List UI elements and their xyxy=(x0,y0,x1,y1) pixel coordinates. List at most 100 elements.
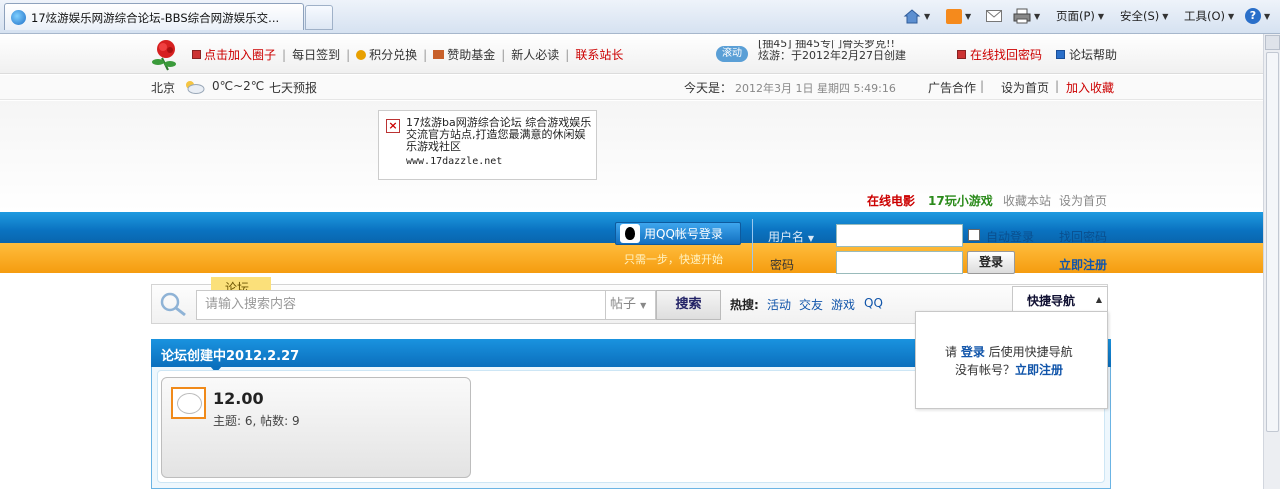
hot-search-label: 热搜: xyxy=(730,298,759,312)
page-menu-label: 页面(P) xyxy=(1056,9,1095,23)
quick-nav-login-link[interactable]: 登录 xyxy=(961,345,985,359)
quick-nav-prompt-prefix: 请 xyxy=(945,345,961,359)
mini-games-link[interactable]: 17玩小游戏 xyxy=(928,192,993,209)
qq-login-label: 用QQ帐号登录 xyxy=(644,227,723,241)
weather-temp: 0℃~2℃ xyxy=(212,79,265,93)
username-label[interactable]: 用户名 ▼ xyxy=(768,228,814,245)
search-type-label: 帖子 xyxy=(610,297,637,312)
divider: | xyxy=(423,47,428,62)
register-link[interactable]: 立即注册 xyxy=(1059,256,1107,273)
site-logo-placeholder[interactable]: × 17炫游ba网游综合论坛 综合游戏娱乐交流官方站点,打造您最满意的休闲娱乐游… xyxy=(378,110,597,180)
forum-help-label: 论坛帮助 xyxy=(1069,48,1118,62)
forum-board-card[interactable] xyxy=(161,377,471,478)
page-menu[interactable]: 页面(P) ▼ xyxy=(1056,7,1104,25)
speech-bubble-icon xyxy=(171,387,206,419)
divider xyxy=(752,219,753,271)
ticker-line[interactable]: 炫游：于2012年2月27日创建 xyxy=(758,50,940,62)
password-input[interactable] xyxy=(836,251,963,274)
newbie-guide-link[interactable]: 新人必读 xyxy=(511,46,559,63)
qq-login-hint: 只需一步，快速开始 xyxy=(624,253,723,266)
safety-menu-label: 安全(S) xyxy=(1120,9,1160,23)
quick-nav-login-prompt: 请 登录 后使用快捷导航 xyxy=(945,343,1073,360)
rss-icon xyxy=(946,8,962,24)
sponsor-fund-link[interactable]: 赞助基金 xyxy=(433,46,495,63)
help-square-icon xyxy=(1056,50,1066,59)
coin-icon xyxy=(356,49,367,60)
hot-term-link[interactable]: 活动 xyxy=(767,296,791,313)
current-datetime: 2012年3月 1日 星期四 5:49:16 xyxy=(735,82,896,95)
quick-nav-register-link[interactable]: 立即注册 xyxy=(1015,363,1063,377)
seven-day-forecast-link[interactable]: 七天预报 xyxy=(269,79,317,96)
mail-icon xyxy=(986,10,1002,22)
scroll-up-button[interactable] xyxy=(1265,35,1280,50)
join-circle-link[interactable]: 点击加入圈子 xyxy=(192,46,276,63)
divider: | xyxy=(980,79,985,93)
contact-admin-link[interactable]: 联系站长 xyxy=(575,46,623,63)
find-password-label: 在线找回密码 xyxy=(970,48,1043,62)
login-button[interactable]: 登录 xyxy=(967,251,1015,274)
ticker-badge: 滚动 xyxy=(716,46,748,62)
forum-help-link[interactable]: 论坛帮助 xyxy=(1056,46,1117,63)
scroll-thumb[interactable] xyxy=(1266,52,1279,432)
square-icon xyxy=(192,50,201,59)
forum-section-title[interactable]: 论坛创建中2012.2.27 xyxy=(161,345,299,364)
hot-term-link[interactable]: 交友 xyxy=(799,296,823,313)
points-exchange-label: 积分兑换 xyxy=(369,48,418,62)
search-icon xyxy=(160,292,186,317)
sponsor-fund-label: 赞助基金 xyxy=(447,48,496,62)
search-type-select[interactable]: 帖子 ▼ xyxy=(606,290,656,320)
forum-board-name[interactable]: 12.00 xyxy=(213,389,264,408)
vertical-scrollbar[interactable] xyxy=(1263,34,1280,489)
auto-login-checkbox[interactable] xyxy=(968,229,980,241)
safety-menu[interactable]: 安全(S) ▼ xyxy=(1120,7,1168,25)
points-exchange-link[interactable]: 积分兑换 xyxy=(356,46,417,63)
new-tab-button[interactable] xyxy=(305,5,333,30)
header-set-home-link[interactable]: 设为首页 xyxy=(1059,192,1107,209)
square-icon xyxy=(957,50,966,59)
tab-title: 17炫游娱乐网游综合论坛-BBS综合网游娱乐交... xyxy=(31,11,280,25)
retrieve-password-link[interactable]: 找回密码 xyxy=(1059,228,1107,245)
home-icon xyxy=(903,9,921,24)
logo-alt-url: www.17dazzle.net xyxy=(406,156,503,167)
home-button[interactable]: ▼ xyxy=(903,7,930,25)
news-ticker[interactable]: [抽45] 抽45专门骨头罗克!! 炫游：于2012年2月27日创建 xyxy=(758,40,940,64)
divider: | xyxy=(565,47,570,62)
print-button[interactable]: ▼ xyxy=(1013,7,1040,25)
username-label-text: 用户名 xyxy=(768,230,805,244)
mail-button[interactable] xyxy=(986,7,1002,25)
chevron-up-icon: ▲ xyxy=(1095,295,1102,304)
hot-term-link[interactable]: QQ xyxy=(864,296,883,310)
tools-menu-label: 工具(O) xyxy=(1184,9,1226,23)
broken-image-icon: × xyxy=(386,119,400,133)
online-movies-link[interactable]: 在线电影 xyxy=(867,192,915,209)
search-input[interactable]: 请输入搜索内容 xyxy=(196,290,606,320)
username-input[interactable] xyxy=(836,224,963,247)
hot-term-link[interactable]: 游戏 xyxy=(831,296,855,313)
ad-coop-link[interactable]: 广告合作 xyxy=(928,79,976,96)
browser-tab[interactable]: 17炫游娱乐网游综合论坛-BBS综合网游娱乐交... xyxy=(4,3,304,30)
auto-login-label: 自动登录 xyxy=(986,230,1035,244)
daily-signin-link[interactable]: 每日签到 xyxy=(292,46,340,63)
quick-nav-noaccount: 没有帐号？ xyxy=(955,363,1016,377)
forum-board-stats: 主题: 6, 帖数: 9 xyxy=(213,414,300,428)
logo-alt-text: 17炫游ba网游综合论坛 综合游戏娱乐交流官方站点,打造您最满意的休闲娱乐游戏社… xyxy=(406,116,592,153)
divider: | xyxy=(282,47,287,62)
quick-nav-popup xyxy=(915,311,1108,409)
password-label: 密码 xyxy=(770,258,795,272)
bookmark-site-link[interactable]: 收藏本站 xyxy=(1003,192,1051,209)
add-favorite-link[interactable]: 加入收藏 xyxy=(1066,79,1114,96)
find-password-link[interactable]: 在线找回密码 xyxy=(957,46,1042,63)
search-button[interactable]: 搜索 xyxy=(656,290,721,320)
account-links: 在线找回密码 论坛帮助 xyxy=(957,46,1117,63)
top-links: 点击加入圈子 | 每日签到 | 积分兑换 | 赞助基金 | 新人必读 | 联系站… xyxy=(192,46,623,63)
set-home-link[interactable]: 设为首页 xyxy=(1001,79,1049,96)
qq-login-button[interactable]: 用QQ帐号登录 xyxy=(615,222,741,245)
divider: | xyxy=(1055,79,1060,93)
tools-menu[interactable]: 工具(O) ▼ xyxy=(1184,7,1234,25)
quick-nav-prompt-suffix: 后使用快捷导航 xyxy=(984,345,1073,359)
help-menu[interactable]: ? ▼ xyxy=(1245,7,1270,25)
feeds-button[interactable]: ▼ xyxy=(946,7,971,25)
divider: | xyxy=(346,47,351,62)
quick-nav-button[interactable]: 快捷导航 ▲ xyxy=(1012,286,1108,312)
printer-icon xyxy=(1013,8,1031,24)
